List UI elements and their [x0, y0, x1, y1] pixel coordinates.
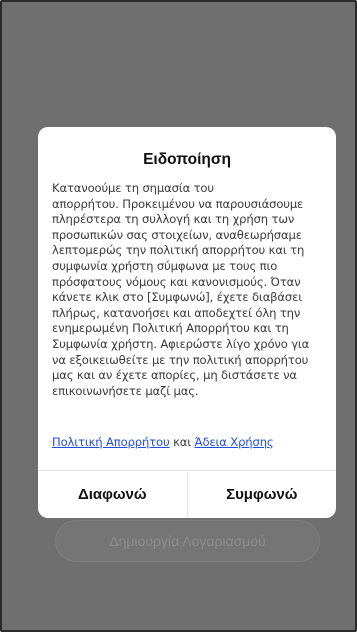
disagree-button[interactable]: Διαφωνώ [38, 471, 187, 518]
agree-button[interactable]: Συμφωνώ [188, 471, 337, 518]
policy-links-line: Πολιτική Απορρήτου και Άδεια Χρήσης [52, 435, 324, 450]
privacy-notice-dialog: Ειδοποίηση Κατανοούμε τη σημασία του απο… [38, 127, 336, 518]
dialog-body-text: Κατανοούμε τη σημασία του απορρήτου. Προ… [52, 181, 310, 398]
privacy-policy-link[interactable]: Πολιτική Απορρήτου [52, 435, 170, 449]
phone-screen: Δημιουργία Λογαριασμού Ειδοποίηση Κατανο… [0, 0, 357, 632]
and-text: και [173, 435, 195, 449]
license-link[interactable]: Άδεια Χρήσης [195, 435, 274, 449]
dialog-footer: Διαφωνώ Συμφωνώ [38, 470, 336, 518]
create-account-button: Δημιουργία Λογαριασμού [55, 520, 320, 562]
dialog-title: Ειδοποίηση [143, 151, 231, 168]
